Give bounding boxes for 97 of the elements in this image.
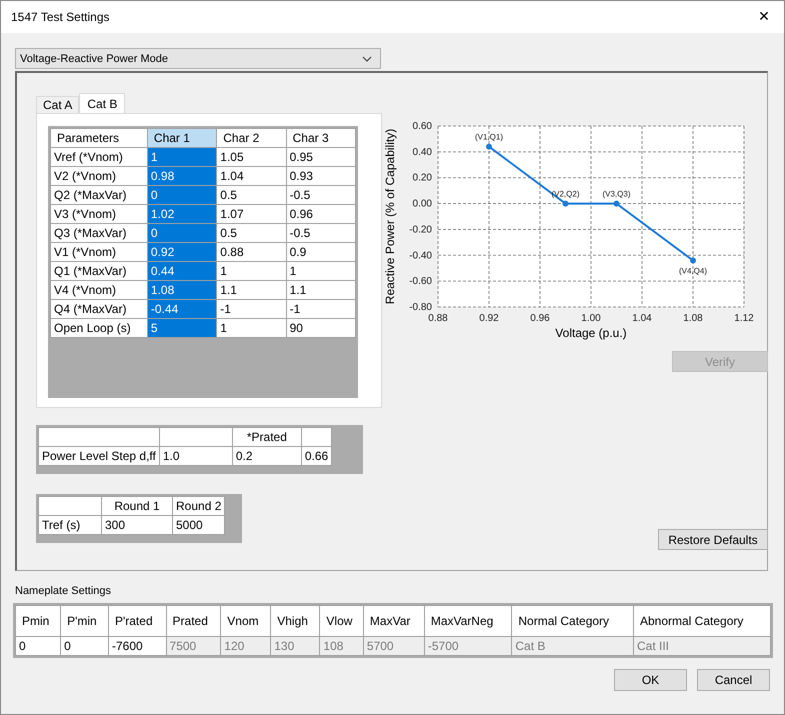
table-cell[interactable]: 1.07 — [216, 204, 286, 224]
tick-label: 0.20 — [412, 172, 432, 184]
table-cell[interactable]: 0.2 — [232, 446, 302, 466]
table-cell: V2 (*Vnom) — [50, 166, 148, 186]
table-cell[interactable]: 1 — [216, 318, 286, 338]
table-cell[interactable]: 1 — [286, 262, 356, 280]
chevron-down-icon — [362, 56, 372, 62]
tick-label: 0.60 — [412, 121, 432, 132]
tick-label: 1.08 — [683, 313, 703, 324]
dialog-button[interactable]: Cancel — [697, 669, 770, 691]
table-cell[interactable]: -0.5 — [286, 186, 356, 204]
table-cell: Q1 (*MaxVar) — [50, 262, 148, 280]
table-cell[interactable]: 0.5 — [216, 186, 286, 204]
table-cell[interactable]: 0 — [147, 186, 217, 204]
table-cell[interactable]: 5 — [147, 318, 217, 338]
tick-label: 1.04 — [632, 313, 652, 324]
tick-label: 1.12 — [734, 313, 754, 324]
tick-label: 0.92 — [479, 313, 499, 324]
table-cell: V1 (*Vnom) — [50, 242, 148, 262]
column-header: Abnormal Category — [633, 606, 770, 636]
column-header[interactable]: Char 3 — [286, 128, 356, 148]
tick-label: -0.60 — [409, 276, 432, 288]
tick-label: -0.40 — [409, 250, 432, 262]
column-header: *Prated — [246, 430, 287, 444]
table-cell[interactable]: 0.66 — [301, 446, 332, 466]
tab[interactable]: Cat A — [36, 96, 80, 113]
data-point — [486, 144, 492, 150]
table-cell: Q3 (*MaxVar) — [50, 224, 148, 242]
table-cell[interactable]: 0.92 — [147, 242, 217, 262]
tick-label: 0.40 — [412, 146, 432, 158]
point-label: (V3,Q3) — [602, 190, 630, 199]
table-cell[interactable]: 1.02 — [147, 204, 217, 224]
column-header: P'rated — [108, 606, 166, 636]
table-cell[interactable]: 1.1 — [286, 280, 356, 300]
table-cell[interactable]: 0.96 — [286, 204, 356, 224]
table-cell[interactable]: 1.1 — [216, 280, 286, 300]
tick-label: 0.00 — [412, 198, 432, 210]
table-cell[interactable]: -0.5 — [286, 224, 356, 242]
mode-dropdown[interactable]: Voltage-Reactive Power Mode — [15, 48, 381, 69]
column-header[interactable]: Parameters — [50, 128, 148, 148]
table-cell[interactable]: 0.9 — [286, 242, 356, 262]
x-axis-label: Voltage (p.u.) — [555, 326, 627, 340]
table-cell[interactable]: 90 — [286, 318, 356, 338]
column-header: Pmin — [16, 606, 61, 636]
table-cell[interactable]: 0.95 — [286, 148, 356, 166]
table-cell[interactable]: 1 — [147, 148, 217, 166]
table-cell[interactable]: 0.44 — [147, 262, 217, 280]
tick-label: -0.20 — [409, 224, 432, 236]
table-cell[interactable]: 0.5 — [216, 224, 286, 242]
column-header: Round 2 — [176, 499, 222, 513]
table-cell[interactable]: 1.08 — [147, 280, 217, 300]
restore-defaults-button[interactable]: Restore Defaults — [658, 529, 768, 550]
table-cell[interactable]: 0 — [147, 224, 217, 242]
data-point — [614, 200, 620, 207]
table-cell[interactable]: 5000 — [172, 516, 225, 534]
column-header: Round 1 — [114, 499, 160, 513]
table-cell[interactable]: 0.93 — [286, 166, 356, 186]
close-button[interactable]: ✕ — [744, 1, 784, 33]
data-point — [690, 257, 696, 264]
table-cell: V3 (*Vnom) — [50, 204, 148, 224]
table-cell: Vref (*Vnom) — [50, 148, 148, 166]
table-cell: Open Loop (s) — [50, 318, 148, 338]
table-cell: Q2 (*MaxVar) — [50, 186, 148, 204]
table-cell[interactable]: 0.88 — [216, 242, 286, 262]
table-cell[interactable]: 1 — [216, 262, 286, 280]
tick-label: 0.88 — [428, 313, 448, 324]
tab[interactable]: Cat B — [79, 93, 126, 113]
table-cell: Power Level Step d,ff — [38, 446, 160, 466]
table-cell[interactable]: -7600 — [108, 636, 166, 656]
dialog-button[interactable]: OK — [614, 669, 687, 691]
point-label: (V4,Q4) — [679, 266, 707, 276]
column-header[interactable]: Char 2 — [216, 128, 286, 148]
y-axis-label: Reactive Power (% of Capability) — [383, 128, 397, 304]
column-header: Normal Category — [512, 606, 634, 636]
window-title: 1547 Test Settings — [11, 10, 110, 24]
column-header: P'min — [60, 606, 108, 636]
tick-label: 1.00 — [581, 313, 601, 324]
column-header[interactable]: Char 1 — [147, 128, 217, 148]
point-label: (V2,Q2) — [552, 190, 580, 199]
tick-label: 0.96 — [530, 313, 550, 324]
table-cell[interactable]: 0 — [60, 636, 108, 656]
section-title: Nameplate Settings — [15, 585, 112, 599]
tick-label: -0.80 — [409, 302, 432, 313]
table-cell[interactable]: -1 — [216, 300, 286, 318]
table-cell: Tref (s) — [38, 516, 102, 534]
table-cell[interactable]: 1.04 — [216, 166, 286, 186]
table-cell[interactable]: 0 — [16, 636, 61, 656]
table-cell[interactable]: 1.05 — [216, 148, 286, 166]
table-cell[interactable]: -0.44 — [147, 300, 217, 318]
point-label: (V1,Q1) — [475, 132, 503, 142]
data-point — [562, 200, 568, 207]
table-cell[interactable]: 0.98 — [147, 166, 217, 186]
table-cell[interactable]: -1 — [286, 300, 356, 318]
table-cell[interactable]: 300 — [102, 516, 172, 534]
table-cell[interactable]: 1.0 — [159, 446, 232, 466]
table-cell: Q4 (*MaxVar) — [50, 300, 148, 318]
table-cell: V4 (*Vnom) — [50, 280, 148, 300]
